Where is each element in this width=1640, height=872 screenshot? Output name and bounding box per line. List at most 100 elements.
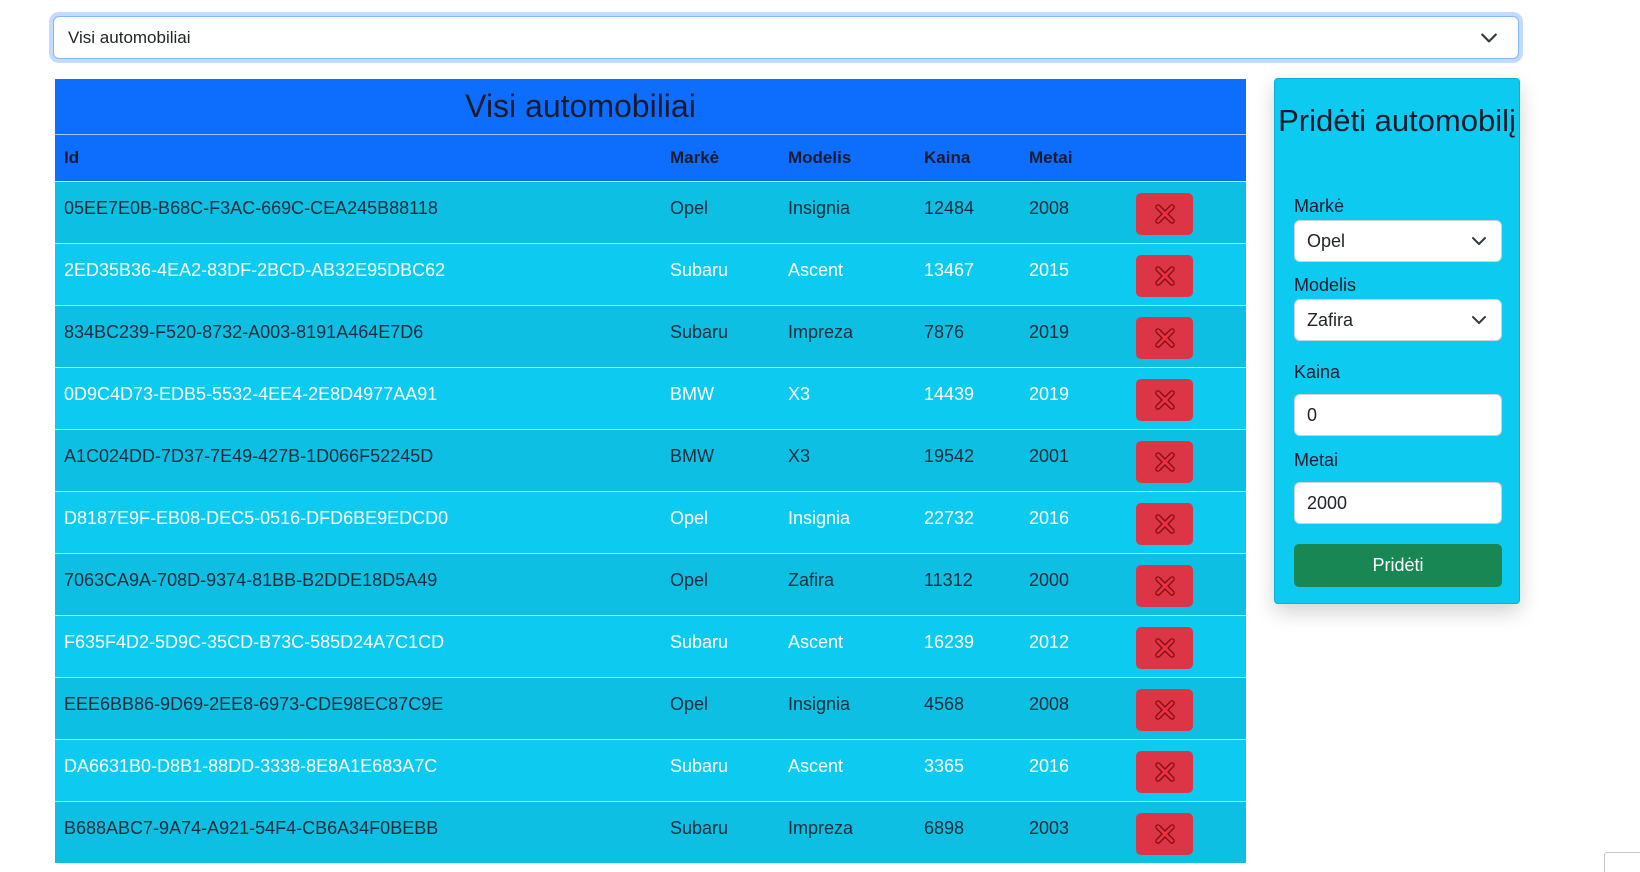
close-icon xyxy=(1154,576,1175,596)
header-id: Id xyxy=(64,148,80,167)
cell-model: X3 xyxy=(788,384,811,404)
table-row: EEE6BB86-9D69-2EE8-6973-CDE98EC87C9E Opel… xyxy=(55,677,1246,739)
add-car-card: Pridėti automobilį Markė Opel Modelis Za… xyxy=(1274,78,1520,604)
chevron-down-icon xyxy=(1472,316,1486,324)
cell-id: D8187E9F-EB08-DEC5-0516-DFD6BE9EDCD0 xyxy=(64,508,449,528)
delete-button[interactable] xyxy=(1136,193,1193,235)
year-input-value: 2000 xyxy=(1307,492,1348,513)
cell-id: 2ED35B36-4EA2-83DF-2BCD-AB32E95DBC62 xyxy=(64,260,446,280)
make-select-value: Opel xyxy=(1307,230,1346,251)
cell-price: 3365 xyxy=(924,756,965,776)
delete-button[interactable] xyxy=(1136,751,1193,793)
cell-id: DA6631B0-D8B1-88DD-3338-8E8A1E683A7C xyxy=(64,756,438,776)
close-icon xyxy=(1154,700,1175,720)
header-price: Kaina xyxy=(924,148,971,167)
add-car-title: Pridėti automobilį xyxy=(1278,103,1516,138)
delete-button[interactable] xyxy=(1136,255,1193,297)
model-label: Modelis xyxy=(1294,275,1357,295)
close-icon xyxy=(1154,638,1175,658)
cell-make: Subaru xyxy=(670,756,729,776)
corner-widget xyxy=(1604,852,1640,872)
cell-model: Impreza xyxy=(788,818,854,838)
delete-button[interactable] xyxy=(1136,813,1193,855)
close-icon xyxy=(1154,328,1175,348)
cell-id: A1C024DD-7D37-7E49-427B-1D066F52245D xyxy=(64,446,434,466)
close-icon xyxy=(1154,390,1175,410)
cell-year: 2012 xyxy=(1029,632,1070,652)
cell-year: 2003 xyxy=(1029,818,1070,838)
delete-button[interactable] xyxy=(1136,317,1193,359)
table-row: B688ABC7-9A74-A921-54F4-CB6A34F0BEBB Suba… xyxy=(55,801,1246,863)
cell-year: 2019 xyxy=(1029,322,1070,342)
cell-year: 2016 xyxy=(1029,508,1070,528)
car-filter-select[interactable]: Visi automobiliai xyxy=(53,16,1519,59)
cell-model: Ascent xyxy=(788,260,844,280)
cell-year: 2008 xyxy=(1029,198,1070,218)
cell-year: 2016 xyxy=(1029,756,1070,776)
table-row: 05EE7E0B-B68C-F3AC-669C-CEA245B88118 Opel… xyxy=(55,181,1246,243)
table-row: 834BC239-F520-8732-A003-8191A464E7D6 Suba… xyxy=(55,305,1246,367)
table-header-row: Id Markė Modelis Kaina Metai xyxy=(55,135,1246,181)
table-body: 05EE7E0B-B68C-F3AC-669C-CEA245B88118 Opel… xyxy=(55,181,1246,863)
cell-year: 2019 xyxy=(1029,384,1070,404)
table-row: DA6631B0-D8B1-88DD-3338-8E8A1E683A7C Suba… xyxy=(55,739,1246,801)
delete-button[interactable] xyxy=(1136,565,1193,607)
cell-price: 22732 xyxy=(924,508,975,528)
model-select-value: Zafira xyxy=(1307,309,1354,330)
price-label: Kaina xyxy=(1294,362,1341,382)
cell-make: BMW xyxy=(670,446,714,466)
cell-year: 2000 xyxy=(1029,570,1070,590)
cell-price: 14439 xyxy=(924,384,975,404)
year-input[interactable]: 2000 xyxy=(1294,482,1502,524)
cell-model: Ascent xyxy=(788,632,844,652)
cell-price: 7876 xyxy=(924,322,965,342)
chevron-down-icon xyxy=(1481,33,1497,43)
cell-id: B688ABC7-9A74-A921-54F4-CB6A34F0BEBB xyxy=(64,818,439,838)
delete-button[interactable] xyxy=(1136,627,1193,669)
close-icon xyxy=(1154,514,1175,534)
cell-price: 12484 xyxy=(924,198,975,218)
cell-price: 11312 xyxy=(924,570,973,590)
year-label: Metai xyxy=(1294,450,1339,470)
delete-button[interactable] xyxy=(1136,379,1193,421)
table-row: 7063CA9A-708D-9374-81BB-B2DDE18D5A49 Opel… xyxy=(55,553,1246,615)
price-input[interactable]: 0 xyxy=(1294,394,1502,436)
cell-make: Subaru xyxy=(670,322,729,342)
cell-id: 7063CA9A-708D-9374-81BB-B2DDE18D5A49 xyxy=(64,570,438,590)
cell-make: BMW xyxy=(670,384,714,404)
add-car-button[interactable]: Pridėti xyxy=(1294,544,1502,587)
cell-model: X3 xyxy=(788,446,811,466)
cell-make: Opel xyxy=(670,570,709,590)
close-icon xyxy=(1154,266,1175,286)
cell-id: 0D9C4D73-EDB5-5532-4EE4-2E8D4977AA91 xyxy=(64,384,438,404)
cell-price: 6898 xyxy=(924,818,965,838)
table-row: 0D9C4D73-EDB5-5532-4EE4-2E8D4977AA91 BMW X… xyxy=(55,367,1246,429)
make-select[interactable]: Opel xyxy=(1294,220,1502,262)
close-icon xyxy=(1154,762,1175,782)
car-filter-value: Visi automobiliai xyxy=(68,27,191,47)
delete-button[interactable] xyxy=(1136,503,1193,545)
cell-model: Impreza xyxy=(788,322,854,342)
cell-model: Zafira xyxy=(788,570,835,590)
cell-make: Subaru xyxy=(670,260,729,280)
cell-make: Opel xyxy=(670,694,709,714)
cell-id: EEE6BB86-9D69-2EE8-6973-CDE98EC87C9E xyxy=(64,694,444,714)
header-model: Modelis xyxy=(788,148,852,167)
model-select[interactable]: Zafira xyxy=(1294,299,1502,341)
price-input-value: 0 xyxy=(1307,404,1318,425)
delete-button[interactable] xyxy=(1136,441,1193,483)
table-title: Visi automobiliai xyxy=(55,79,1246,135)
header-year: Metai xyxy=(1029,148,1073,167)
cell-model: Insignia xyxy=(788,694,851,714)
cell-make: Opel xyxy=(670,198,709,218)
cell-model: Ascent xyxy=(788,756,844,776)
cell-id: 834BC239-F520-8732-A003-8191A464E7D6 xyxy=(64,322,424,342)
cell-price: 19542 xyxy=(924,446,975,466)
header-make: Markė xyxy=(670,148,720,167)
table-row: A1C024DD-7D37-7E49-427B-1D066F52245D BMW X… xyxy=(55,429,1246,491)
cell-year: 2001 xyxy=(1029,446,1070,466)
close-icon xyxy=(1154,824,1175,844)
delete-button[interactable] xyxy=(1136,689,1193,731)
cell-year: 2015 xyxy=(1029,260,1070,280)
chevron-down-icon xyxy=(1472,237,1486,245)
